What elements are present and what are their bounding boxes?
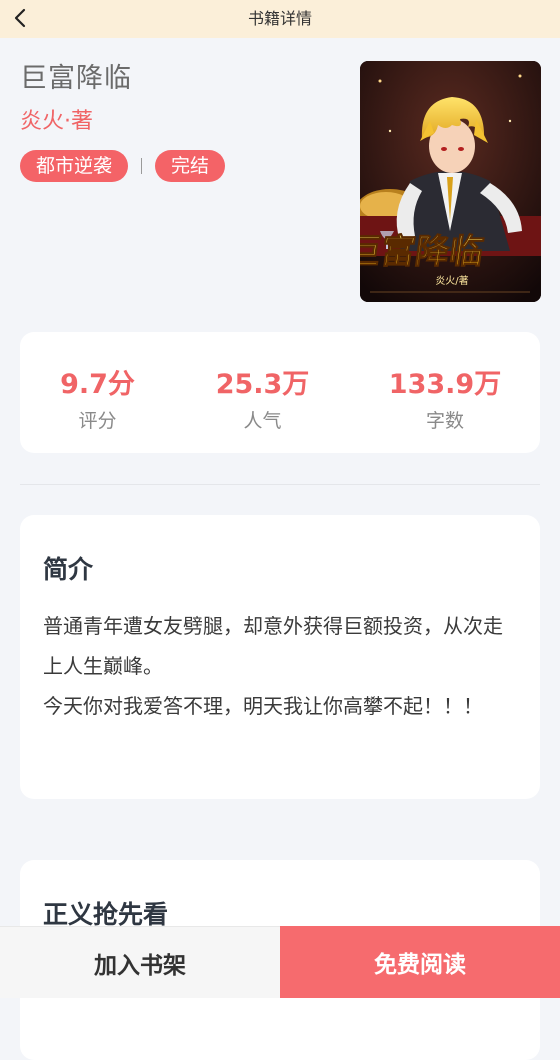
stat-rating-value: 9.7分 [60, 369, 135, 400]
stat-wordcount-label: 字数 [425, 410, 464, 432]
page-title: 书籍详情 [247, 9, 312, 28]
section-divider [20, 484, 540, 485]
book-title: 巨富降临 [20, 63, 132, 94]
book-cover: 巨富降临 炎火/著 [360, 61, 541, 302]
stat-rating: 9.7分 评分 [30, 332, 165, 453]
stat-rating-label: 评分 [78, 410, 117, 432]
read-free-button[interactable]: 免费阅读 [280, 926, 560, 998]
intro-card: 简介 普通青年遭女友劈腿，却意外获得巨额投资，从次走上人生巅峰。 今天你对我爱答… [20, 515, 540, 799]
tag-status[interactable]: 完结 [155, 150, 226, 182]
stats-card: 9.7分 评分 25.3万 人气 133.9万 字数 [20, 332, 540, 453]
intro-title: 简介 [43, 555, 94, 584]
stat-popularity: 25.3万 人气 [195, 332, 330, 453]
top-bar: 书籍详情 [0, 0, 560, 38]
bottom-action-bar: 加入书架 免费阅读 [0, 926, 560, 998]
stat-wordcount-value: 133.9万 [388, 369, 502, 400]
stat-wordcount: 133.9万 字数 [370, 332, 520, 453]
intro-text: 普通青年遭女友劈腿，却意外获得巨额投资，从次走上人生巅峰。 今天你对我爱答不理，… [43, 614, 503, 718]
cover-illustration: 巨富降临 炎火/著 [360, 61, 541, 302]
add-to-shelf-button[interactable]: 加入书架 [0, 926, 280, 998]
stat-popularity-label: 人气 [243, 410, 282, 432]
book-tags: 都市逆袭 完结 [20, 150, 226, 182]
cover-title: 巨富降临 [360, 232, 486, 272]
tag-divider [141, 158, 143, 174]
book-author: 炎火·著 [20, 109, 93, 134]
tag-genre[interactable]: 都市逆袭 [20, 150, 129, 182]
cover-author: 炎火/著 [435, 274, 468, 287]
stat-popularity-value: 25.3万 [215, 369, 310, 400]
